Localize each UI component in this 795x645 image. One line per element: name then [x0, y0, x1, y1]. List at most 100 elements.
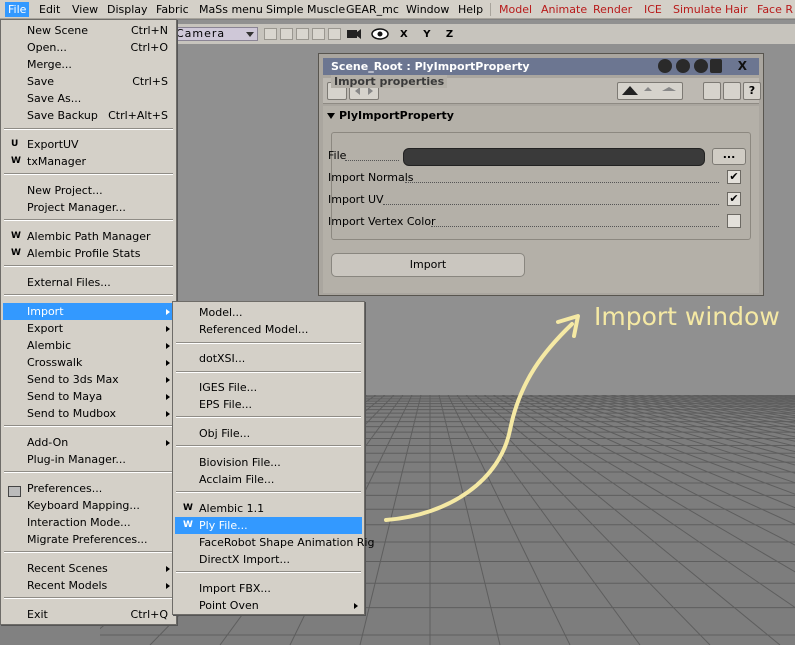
viewport-toggle-1[interactable]: [264, 28, 277, 40]
file-menu-item-interaction-mode[interactable]: Interaction Mode...: [3, 514, 174, 531]
viewport-toggle-3[interactable]: [296, 28, 309, 40]
menu-window[interactable]: Window: [403, 2, 452, 17]
option-checkbox[interactable]: ✔: [727, 192, 741, 206]
file-menu-item-external-files[interactable]: External Files...: [3, 274, 174, 291]
file-menu-item-recent-models[interactable]: Recent Models: [3, 577, 174, 594]
menu-item-shortcut: Ctrl+Q: [130, 608, 168, 621]
file-menu-item-save-backup[interactable]: Save Backup Ctrl+Alt+S: [3, 107, 174, 124]
menubar-separator: [490, 3, 491, 16]
menu-fabric[interactable]: Fabric: [153, 2, 192, 17]
import-menu-item-biovision-file[interactable]: Biovision File...: [175, 454, 362, 471]
file-menu-item-alembic-path-manager[interactable]: W Alembic Path Manager: [3, 228, 174, 245]
import-menu-item-iges-file[interactable]: IGES File...: [175, 379, 362, 396]
menu-mass-menu[interactable]: MaSs menu: [196, 2, 266, 17]
file-menu-item-plug-in-manager[interactable]: Plug-in Manager...: [3, 451, 174, 468]
menu-help[interactable]: Help: [455, 2, 486, 17]
file-menu-item-open[interactable]: Open... Ctrl+O: [3, 39, 174, 56]
file-path-field[interactable]: [403, 148, 705, 166]
import-menu-item-point-oven[interactable]: Point Oven: [175, 597, 362, 614]
file-menu-item-exit[interactable]: Exit Ctrl+Q: [3, 606, 174, 623]
menu-view[interactable]: View: [69, 2, 101, 17]
menu-separator: [176, 445, 361, 447]
camera-selector[interactable]: Camera: [172, 27, 258, 41]
preset-arrows-icon[interactable]: [617, 82, 683, 100]
camera-icon[interactable]: [346, 27, 362, 41]
pin-icon[interactable]: [710, 59, 722, 73]
menu-simulate[interactable]: Simulate: [670, 2, 725, 17]
menu-item-label: Save: [27, 75, 55, 88]
file-menu-item-keyboard-mapping[interactable]: Keyboard Mapping...: [3, 497, 174, 514]
menu-separator: [176, 342, 361, 344]
import-menu-item-acclaim-file[interactable]: Acclaim File...: [175, 471, 362, 488]
leader-dots: [405, 182, 719, 183]
viewport-toggle-4[interactable]: [312, 28, 325, 40]
menu-animate[interactable]: Animate: [538, 2, 590, 17]
option-checkbox[interactable]: [727, 214, 741, 228]
file-menu-item-migrate-preferences[interactable]: Migrate Preferences...: [3, 531, 174, 548]
help-icon[interactable]: [658, 59, 672, 73]
import-menu-item-obj-file[interactable]: Obj File...: [175, 425, 362, 442]
file-menu-item-alembic-profile-stats[interactable]: W Alembic Profile Stats: [3, 245, 174, 262]
menu-display[interactable]: Display: [104, 2, 151, 17]
file-menu-item-send-to-maya[interactable]: Send to Maya: [3, 388, 174, 405]
import-menu-item-alembic-1-1[interactable]: W Alembic 1.1: [175, 500, 362, 517]
close-icon[interactable]: X: [738, 58, 747, 75]
import-menu-item-facerobot-shape-animation-rig[interactable]: FaceRobot Shape Animation Rig: [175, 534, 374, 551]
file-menu-item-save-as[interactable]: Save As...: [3, 90, 174, 107]
browse-button[interactable]: ...: [712, 148, 746, 165]
file-menu-item-alembic[interactable]: Alembic: [3, 337, 174, 354]
menu-file[interactable]: File: [5, 2, 30, 17]
submenu-arrow-icon: [166, 360, 170, 366]
menu-gear-mc[interactable]: GEAR_mc: [343, 2, 402, 17]
file-menu-item-add-on[interactable]: Add-On: [3, 434, 174, 451]
menu-face-r[interactable]: Face R: [754, 2, 795, 17]
file-menu-item-import[interactable]: Import: [3, 303, 174, 320]
option-label: Import Vertex Color: [328, 215, 436, 228]
import-button[interactable]: Import: [331, 253, 525, 277]
file-menu-item-txmanager[interactable]: WtxManager: [3, 153, 174, 170]
import-menu-item-eps-file[interactable]: EPS File...: [175, 396, 362, 413]
undo-icon[interactable]: [703, 82, 721, 100]
section-header[interactable]: PlyImportProperty: [327, 109, 454, 122]
import-menu-item-model[interactable]: Model...: [175, 304, 362, 321]
file-menu-item-new-project[interactable]: New Project...: [3, 182, 174, 199]
file-menu-item-new-scene[interactable]: New Scene Ctrl+N: [3, 22, 174, 39]
menu-model[interactable]: Model: [496, 2, 535, 17]
viewport-toggle-5[interactable]: [328, 28, 341, 40]
camera-label: Camera: [176, 27, 226, 40]
eye-icon[interactable]: [371, 28, 389, 40]
file-menu-item-exportuv[interactable]: U ExportUV: [3, 136, 174, 153]
menu-simple-muscle[interactable]: Simple Muscle: [263, 2, 348, 17]
window-title-bar[interactable]: Scene_Root : PlyImportProperty X: [323, 58, 759, 75]
viewport-toggle-2[interactable]: [280, 28, 293, 40]
import-menu-item-dotxsi[interactable]: dotXSI...: [175, 350, 362, 367]
file-menu-item-preferences[interactable]: Preferences...: [3, 480, 174, 497]
menu-item-shortcut: Ctrl+S: [132, 75, 168, 88]
option-checkbox[interactable]: ✔: [727, 170, 741, 184]
import-menu-item-directx-import[interactable]: DirectX Import...: [175, 551, 362, 568]
menu-render[interactable]: Render: [590, 2, 635, 17]
file-menu-item-merge[interactable]: Merge...: [3, 56, 174, 73]
lock-icon[interactable]: [694, 59, 708, 73]
import-menu-item-import-fbx[interactable]: Import FBX...: [175, 580, 362, 597]
question-icon[interactable]: ?: [743, 82, 761, 100]
menu-item-label: Referenced Model...: [199, 323, 309, 336]
copy-icon[interactable]: [723, 82, 741, 100]
import-menu-item-ply-file[interactable]: W Ply File...: [175, 517, 362, 534]
file-menu-item-send-to-3ds-max[interactable]: Send to 3ds Max: [3, 371, 174, 388]
menu-ice[interactable]: ICE: [641, 2, 665, 17]
file-menu-item-send-to-mudbox[interactable]: Send to Mudbox: [3, 405, 174, 422]
file-menu-item-export[interactable]: Export: [3, 320, 174, 337]
refresh-icon[interactable]: [676, 59, 690, 73]
submenu-arrow-icon: [354, 603, 358, 609]
axis-labels[interactable]: X Y Z: [400, 29, 459, 40]
file-menu-item-recent-scenes[interactable]: Recent Scenes: [3, 560, 174, 577]
file-menu-item-project-manager[interactable]: Project Manager...: [3, 199, 174, 216]
collapse-triangle-icon: [327, 113, 335, 119]
file-menu-item-save[interactable]: Save Ctrl+S: [3, 73, 174, 90]
menu-hair[interactable]: Hair: [722, 2, 751, 17]
menu-edit[interactable]: Edit: [36, 2, 63, 17]
option-label: Import UV: [328, 193, 384, 206]
import-menu-item-referenced-model[interactable]: Referenced Model...: [175, 321, 362, 338]
file-menu-item-crosswalk[interactable]: Crosswalk: [3, 354, 174, 371]
